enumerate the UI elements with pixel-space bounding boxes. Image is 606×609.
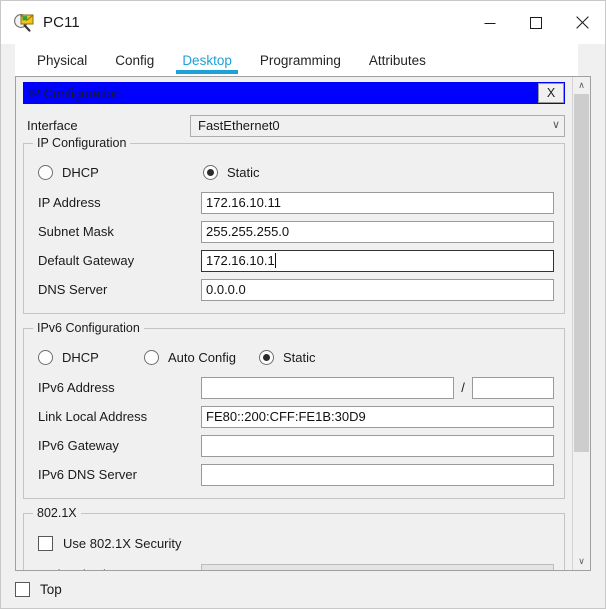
checkbox-icon-unchecked <box>38 535 53 551</box>
window-titlebar: PC11 <box>1 1 605 44</box>
default-gateway-value: 172.16.10.1 <box>206 253 275 268</box>
panel-close-button[interactable]: X <box>538 83 564 103</box>
ipv6-address-row: IPv6 Address / <box>34 373 554 402</box>
top-checkbox[interactable] <box>15 582 30 597</box>
default-gateway-label: Default Gateway <box>38 253 135 268</box>
link-local-address-row: Link Local Address FE80::200:CFF:FE1B:30… <box>34 402 554 431</box>
radio-icon-checked <box>259 349 274 365</box>
ip-address-input[interactable]: 172.16.10.11 <box>201 191 554 214</box>
dns-server-label: DNS Server <box>38 282 108 297</box>
radio-icon-unchecked <box>144 349 159 365</box>
subnet-mask-input[interactable]: 255.255.255.0 <box>201 220 554 243</box>
tab-config[interactable]: Config <box>101 44 168 76</box>
ipv4-radio-dhcp-label: DHCP <box>62 164 99 180</box>
radio-icon-checked <box>203 164 218 180</box>
ipv6-radio-dhcp-label: DHCP <box>62 349 99 365</box>
ipv6-radio-dhcp[interactable]: DHCP <box>38 349 144 365</box>
interface-value: FastEthernet0 <box>198 118 280 133</box>
radio-icon-unchecked <box>38 349 53 365</box>
ipv4-group-title: IP Configuration <box>33 136 131 150</box>
dot1x-group-body: Use 802.1X Security Authentication MD5 ∨ <box>34 514 554 570</box>
window-controls <box>467 1 605 44</box>
ipv6-gateway-row: IPv6 Gateway <box>34 431 554 460</box>
radio-icon-unchecked <box>38 164 53 180</box>
top-checkbox-label: Top <box>40 582 62 597</box>
ipv6-dns-server-input[interactable] <box>201 463 554 486</box>
desktop-content-frame: IP Configuration X Interface FastEtherne… <box>15 76 591 571</box>
ipv4-radio-static[interactable]: Static <box>203 164 260 180</box>
ip-address-row: IP Address 172.16.10.11 <box>34 188 554 217</box>
tab-programming[interactable]: Programming <box>246 44 355 76</box>
default-gateway-input[interactable]: 172.16.10.1 <box>201 249 554 272</box>
ipv6-group: IPv6 Configuration DHCP Auto Config Stat… <box>23 321 565 499</box>
dot1x-group-title: 802.1X <box>33 506 81 520</box>
authentication-label: Authentication <box>34 567 201 570</box>
tab-desktop[interactable]: Desktop <box>168 44 246 76</box>
maximize-button[interactable] <box>513 1 559 44</box>
close-button[interactable] <box>559 1 605 44</box>
window-title: PC11 <box>43 14 80 31</box>
ipv6-gateway-input[interactable] <box>201 434 554 457</box>
ip-address-label: IP Address <box>38 195 101 210</box>
dot1x-group: 802.1X Use 802.1X Security Authenticatio… <box>23 506 565 570</box>
chevron-down-icon: ∨ <box>551 119 560 131</box>
ipv6-radio-static[interactable]: Static <box>259 349 316 365</box>
subnet-mask-value: 255.255.255.0 <box>206 224 290 239</box>
tab-physical[interactable]: Physical <box>23 44 101 76</box>
scroll-viewport: IP Configuration X Interface FastEtherne… <box>16 77 572 570</box>
ipv4-radio-static-label: Static <box>227 164 260 180</box>
tabstrip: Physical Config Desktop Programming Attr… <box>15 44 578 76</box>
ipv6-group-title: IPv6 Configuration <box>33 321 144 335</box>
panel-titlebar: IP Configuration X <box>23 82 565 104</box>
ipv6-address-label: IPv6 Address <box>38 380 115 395</box>
interface-select[interactable]: FastEthernet0 ∨ <box>190 114 565 137</box>
ipv4-radio-dhcp[interactable]: DHCP <box>38 164 203 180</box>
vertical-scrollbar[interactable]: ∧ ∨ <box>572 77 590 570</box>
subnet-mask-row: Subnet Mask 255.255.255.0 <box>34 217 554 246</box>
text-caret <box>274 253 276 268</box>
ipv6-gateway-label: IPv6 Gateway <box>38 438 119 453</box>
ipv4-group: IP Configuration DHCP Static IP Address … <box>23 136 565 314</box>
scrollbar-thumb[interactable] <box>574 94 589 453</box>
scrollbar-track[interactable] <box>573 94 590 553</box>
ipv6-dns-server-label: IPv6 DNS Server <box>38 467 137 482</box>
ipv4-mode-radios: DHCP Static <box>34 156 554 188</box>
window-footer: Top <box>1 571 605 608</box>
ipv6-radio-autoconfig[interactable]: Auto Config <box>144 349 259 365</box>
dns-server-input[interactable]: 0.0.0.0 <box>201 278 554 301</box>
default-gateway-row: Default Gateway 172.16.10.1 <box>34 246 554 275</box>
authentication-value: MD5 <box>209 567 236 570</box>
packet-tracer-pc-icon <box>13 12 35 34</box>
dns-server-row: DNS Server 0.0.0.0 <box>34 275 554 304</box>
ip-configuration-panel: IP Configuration X Interface FastEtherne… <box>16 77 572 570</box>
authentication-select[interactable]: MD5 ∨ <box>201 563 554 571</box>
dns-server-value: 0.0.0.0 <box>206 282 246 297</box>
ip-address-value: 172.16.10.11 <box>206 195 281 210</box>
ipv6-mode-radios: DHCP Auto Config Static <box>34 341 554 373</box>
ipv6-dns-server-row: IPv6 DNS Server <box>34 460 554 489</box>
interface-label: Interface <box>27 118 78 133</box>
ipv4-group-body: DHCP Static IP Address 172.16.10.11 Subn… <box>34 144 554 304</box>
link-local-address-input[interactable]: FE80::200:CFF:FE1B:30D9 <box>201 405 554 428</box>
subnet-mask-label: Subnet Mask <box>38 224 114 239</box>
authentication-row: Authentication MD5 ∨ <box>34 560 554 570</box>
ipv6-radio-static-label: Static <box>283 349 316 365</box>
minimize-button[interactable] <box>467 1 513 44</box>
use-dot1x-security-row[interactable]: Use 802.1X Security <box>34 526 554 560</box>
tabstrip-container: Physical Config Desktop Programming Attr… <box>1 44 605 76</box>
ipv6-prefix-input[interactable] <box>472 376 554 399</box>
scroll-up-button[interactable]: ∧ <box>573 77 590 94</box>
chevron-down-icon: ∨ <box>541 569 549 571</box>
ipv6-prefix-separator: / <box>461 380 465 395</box>
ipv6-group-body: DHCP Auto Config Static IPv6 Address / L… <box>34 329 554 489</box>
panel-title-text: IP Configuration <box>28 85 121 101</box>
pc-config-window: PC11 Physical Config Desktop Programming… <box>0 0 606 609</box>
use-dot1x-security-label: Use 802.1X Security <box>63 535 182 551</box>
scroll-down-button[interactable]: ∨ <box>573 553 590 570</box>
link-local-address-value: FE80::200:CFF:FE1B:30D9 <box>206 409 366 424</box>
ipv6-radio-autoconfig-label: Auto Config <box>168 349 236 365</box>
link-local-address-label: Link Local Address <box>38 409 148 424</box>
tab-attributes[interactable]: Attributes <box>355 44 440 76</box>
ipv6-address-input[interactable] <box>201 376 454 399</box>
